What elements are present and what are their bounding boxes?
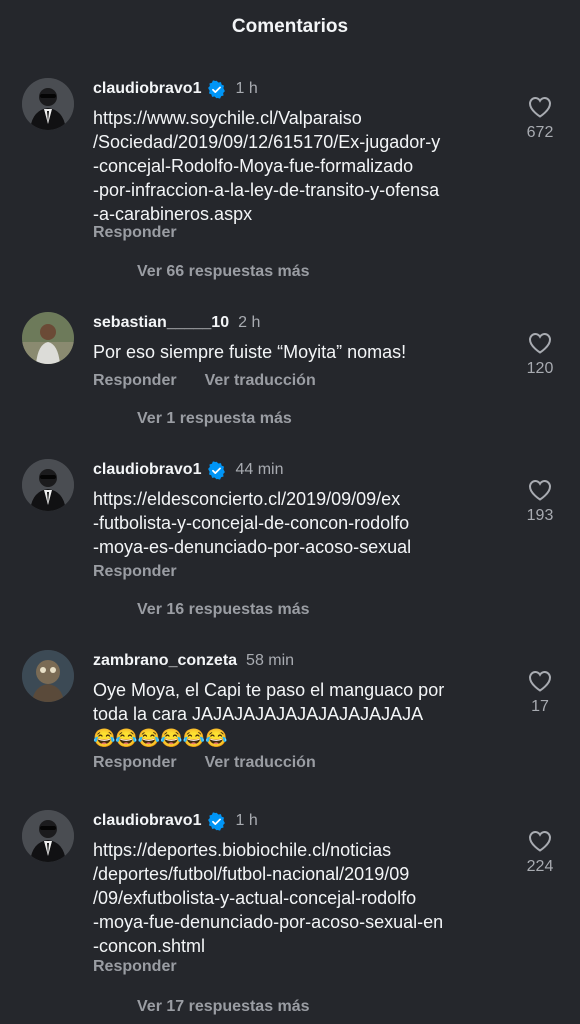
view-replies-button[interactable]: Ver 17 respuestas más	[137, 998, 310, 1016]
comment-time: 58 min	[246, 652, 295, 669]
comment-actions: Responder	[93, 563, 177, 581]
comment-item: sebastian_____10 2 h Por eso siempre fui…	[0, 312, 580, 432]
reply-button[interactable]: Responder	[93, 958, 177, 976]
comment-text: Por eso siempre fuiste “Moyita” nomas!	[93, 342, 407, 362]
like-control: 17	[516, 670, 564, 716]
comment-time: 44 min	[235, 461, 284, 478]
comments-header: Comentarios	[0, 0, 580, 54]
comment-time: 1 h	[235, 80, 258, 97]
comment-item: claudiobravo1 1 h https://www.soychile.c…	[0, 78, 580, 288]
comment-meta: claudiobravo1 44 min	[93, 459, 284, 481]
heart-icon[interactable]	[528, 670, 552, 692]
username[interactable]: zambrano_conzeta	[93, 652, 237, 670]
reply-button[interactable]: Responder	[93, 372, 177, 390]
like-control: 672	[516, 96, 564, 142]
like-control: 224	[516, 830, 564, 876]
comment-text: https://www.soychile.cl/Valparaiso /Soci…	[93, 108, 441, 224]
reply-button[interactable]: Responder	[93, 754, 177, 772]
verified-badge-icon	[208, 811, 226, 831]
comment-time: 1 h	[235, 812, 258, 829]
page-title: Comentarios	[231, 16, 349, 37]
avatar[interactable]	[22, 650, 74, 702]
heart-icon[interactable]	[528, 830, 552, 852]
like-control: 193	[516, 479, 564, 525]
username[interactable]: claudiobravo1	[93, 812, 201, 830]
comment-item: zambrano_conzeta 58 min Oye Moya, el Cap…	[0, 650, 580, 775]
like-count: 224	[526, 858, 554, 875]
comment-meta: zambrano_conzeta 58 min	[93, 650, 294, 672]
like-count: 120	[526, 360, 554, 377]
like-control: 120	[516, 332, 564, 378]
comment-meta: claudiobravo1 1 h	[93, 810, 258, 832]
avatar[interactable]	[22, 459, 74, 511]
comment-text: https://deportes.biobiochile.cl/noticias…	[93, 840, 444, 956]
comment-text: Oye Moya, el Capi te paso el manguaco po…	[93, 680, 445, 748]
avatar[interactable]	[22, 810, 74, 862]
heart-icon[interactable]	[528, 479, 552, 501]
username[interactable]: claudiobravo1	[93, 461, 201, 479]
heart-icon[interactable]	[528, 332, 552, 354]
verified-badge-icon	[208, 79, 226, 99]
verified-badge-icon	[208, 460, 226, 480]
like-count: 193	[526, 507, 554, 524]
comment-item: claudiobravo1 1 h https://deportes.biobi…	[0, 810, 580, 1024]
username[interactable]: sebastian_____10	[93, 314, 229, 332]
comment-meta: claudiobravo1 1 h	[93, 78, 258, 100]
comment-text: https://eldesconcierto.cl/2019/09/09/ex …	[93, 489, 412, 557]
like-count: 672	[526, 124, 554, 141]
comment-actions: Responder Ver traducción	[93, 754, 316, 772]
avatar[interactable]	[22, 312, 74, 364]
view-replies-button[interactable]: Ver 1 respuesta más	[137, 410, 292, 428]
view-replies-button[interactable]: Ver 66 respuestas más	[137, 263, 310, 281]
comment-meta: sebastian_____10 2 h	[93, 312, 260, 334]
comment-actions: Responder	[93, 958, 177, 976]
like-count: 17	[531, 698, 549, 715]
avatar[interactable]	[22, 78, 74, 130]
comment-actions: Responder	[93, 224, 177, 242]
comment-time: 2 h	[238, 314, 261, 331]
username[interactable]: claudiobravo1	[93, 80, 201, 98]
comment-actions: Responder Ver traducción	[93, 372, 316, 390]
comment-item: claudiobravo1 44 min https://eldesconcie…	[0, 459, 580, 624]
view-replies-button[interactable]: Ver 16 respuestas más	[137, 601, 310, 619]
heart-icon[interactable]	[528, 96, 552, 118]
reply-button[interactable]: Responder	[93, 224, 177, 242]
translate-button[interactable]: Ver traducción	[205, 754, 316, 772]
reply-button[interactable]: Responder	[93, 563, 177, 581]
translate-button[interactable]: Ver traducción	[205, 372, 316, 390]
